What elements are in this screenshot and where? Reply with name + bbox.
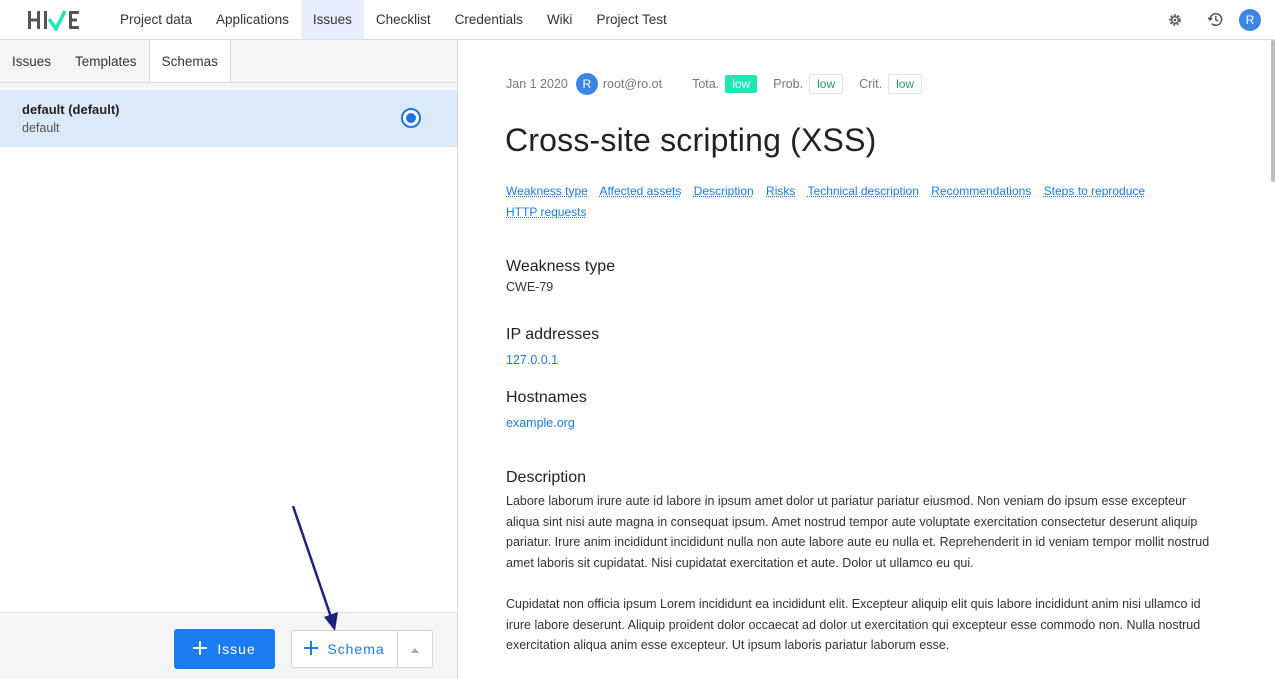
weakness-section: Weakness type CWE-79 <box>506 258 615 294</box>
nav-applications[interactable]: Applications <box>204 0 301 39</box>
hostnames-section: Hostnames example.org <box>506 389 587 430</box>
left-panel: Issues Templates Schemas default (defaul… <box>0 40 458 679</box>
history-icon[interactable] <box>1195 0 1235 40</box>
add-schema-label: Schema <box>327 641 385 657</box>
toc-technical-description[interactable]: Technical description <box>808 184 919 198</box>
issue-date: Jan 1 2020 <box>506 77 568 91</box>
nav-issues[interactable]: Issues <box>300 0 364 39</box>
weakness-heading: Weakness type <box>506 258 616 275</box>
add-issue-label: Issue <box>217 641 256 657</box>
schema-item-default[interactable]: default (default) default <box>0 90 457 147</box>
issue-author: root@ro.ot <box>602 77 663 91</box>
weakness-value: CWE-79 <box>506 280 554 294</box>
issue-detail-panel: Jan 1 2020 R root@ro.ot Tota. low Prob. … <box>458 40 1275 679</box>
probability-label: Prob. <box>773 77 804 91</box>
issue-meta: Jan 1 2020 R root@ro.ot Tota. low Prob. … <box>506 73 923 95</box>
add-schema-button[interactable]: Schema <box>292 631 398 667</box>
toc-steps-to-reproduce[interactable]: Steps to reproduce <box>1044 184 1145 198</box>
probability-badge: low <box>809 74 844 94</box>
total-risk-badge: low <box>725 75 758 93</box>
table-of-contents: Weakness type Affected assets Descriptio… <box>506 181 1196 223</box>
top-bar: Project data Applications Issues Checkli… <box>0 0 1275 40</box>
schema-subtitle: default <box>22 121 60 135</box>
nav-wiki[interactable]: Wiki <box>535 0 585 39</box>
description-section: Description Labore laborum irure aute id… <box>506 469 1221 656</box>
description-paragraph: Labore laborum irure aute id labore in i… <box>506 494 1210 570</box>
sidebar-actions: Issue Schema <box>0 612 457 679</box>
schema-split-button: Schema <box>291 630 433 668</box>
nav-project-test[interactable]: Project Test <box>584 0 678 39</box>
tab-templates[interactable]: Templates <box>63 40 149 82</box>
toc-risks[interactable]: Risks <box>766 184 795 198</box>
add-issue-button[interactable]: Issue <box>174 629 275 669</box>
toc-description[interactable]: Description <box>694 184 754 198</box>
nav-checklist[interactable]: Checklist <box>364 0 443 39</box>
nav-credentials[interactable]: Credentials <box>443 0 535 39</box>
hostnames-heading: Hostnames <box>506 389 587 406</box>
plus-icon <box>193 640 208 658</box>
scrollbar[interactable] <box>1271 40 1275 182</box>
criticality-badge: low <box>888 74 923 94</box>
total-label: Tota. <box>692 77 720 91</box>
tab-issues[interactable]: Issues <box>0 40 63 82</box>
criticality-label: Crit. <box>859 77 883 91</box>
author-avatar: R <box>575 73 598 95</box>
ip-address-link[interactable]: 127.0.0.1 <box>506 353 599 367</box>
schema-default-radio[interactable] <box>401 108 421 128</box>
description-paragraph: Cupidatat non officia ipsum Lorem incidi… <box>506 597 1201 652</box>
gear-icon[interactable] <box>1155 0 1195 40</box>
plus-icon <box>304 640 319 658</box>
description-heading: Description <box>506 469 587 486</box>
schema-dropdown-button[interactable] <box>398 631 432 667</box>
user-avatar[interactable]: R <box>1239 8 1261 31</box>
hive-logo[interactable] <box>0 0 108 40</box>
toc-http-requests[interactable]: HTTP requests <box>506 205 586 219</box>
sidebar-tabs: Issues Templates Schemas <box>0 40 457 83</box>
toc-weakness-type[interactable]: Weakness type <box>506 184 588 198</box>
caret-up-icon <box>411 640 419 658</box>
toc-affected-assets[interactable]: Affected assets <box>600 184 682 198</box>
schema-list: default (default) default <box>0 90 457 612</box>
toc-recommendations[interactable]: Recommendations <box>931 184 1031 198</box>
hostname-link[interactable]: example.org <box>506 416 587 430</box>
issue-title: Cross-site scripting (XSS) <box>505 122 877 158</box>
ip-heading: IP addresses <box>506 326 600 343</box>
schema-title: default (default) <box>22 102 120 117</box>
nav-project-data[interactable]: Project data <box>108 0 204 39</box>
tab-schemas[interactable]: Schemas <box>148 40 231 82</box>
ip-section: IP addresses 127.0.0.1 <box>506 326 599 367</box>
main-nav: Project data Applications Issues Checkli… <box>108 0 679 39</box>
